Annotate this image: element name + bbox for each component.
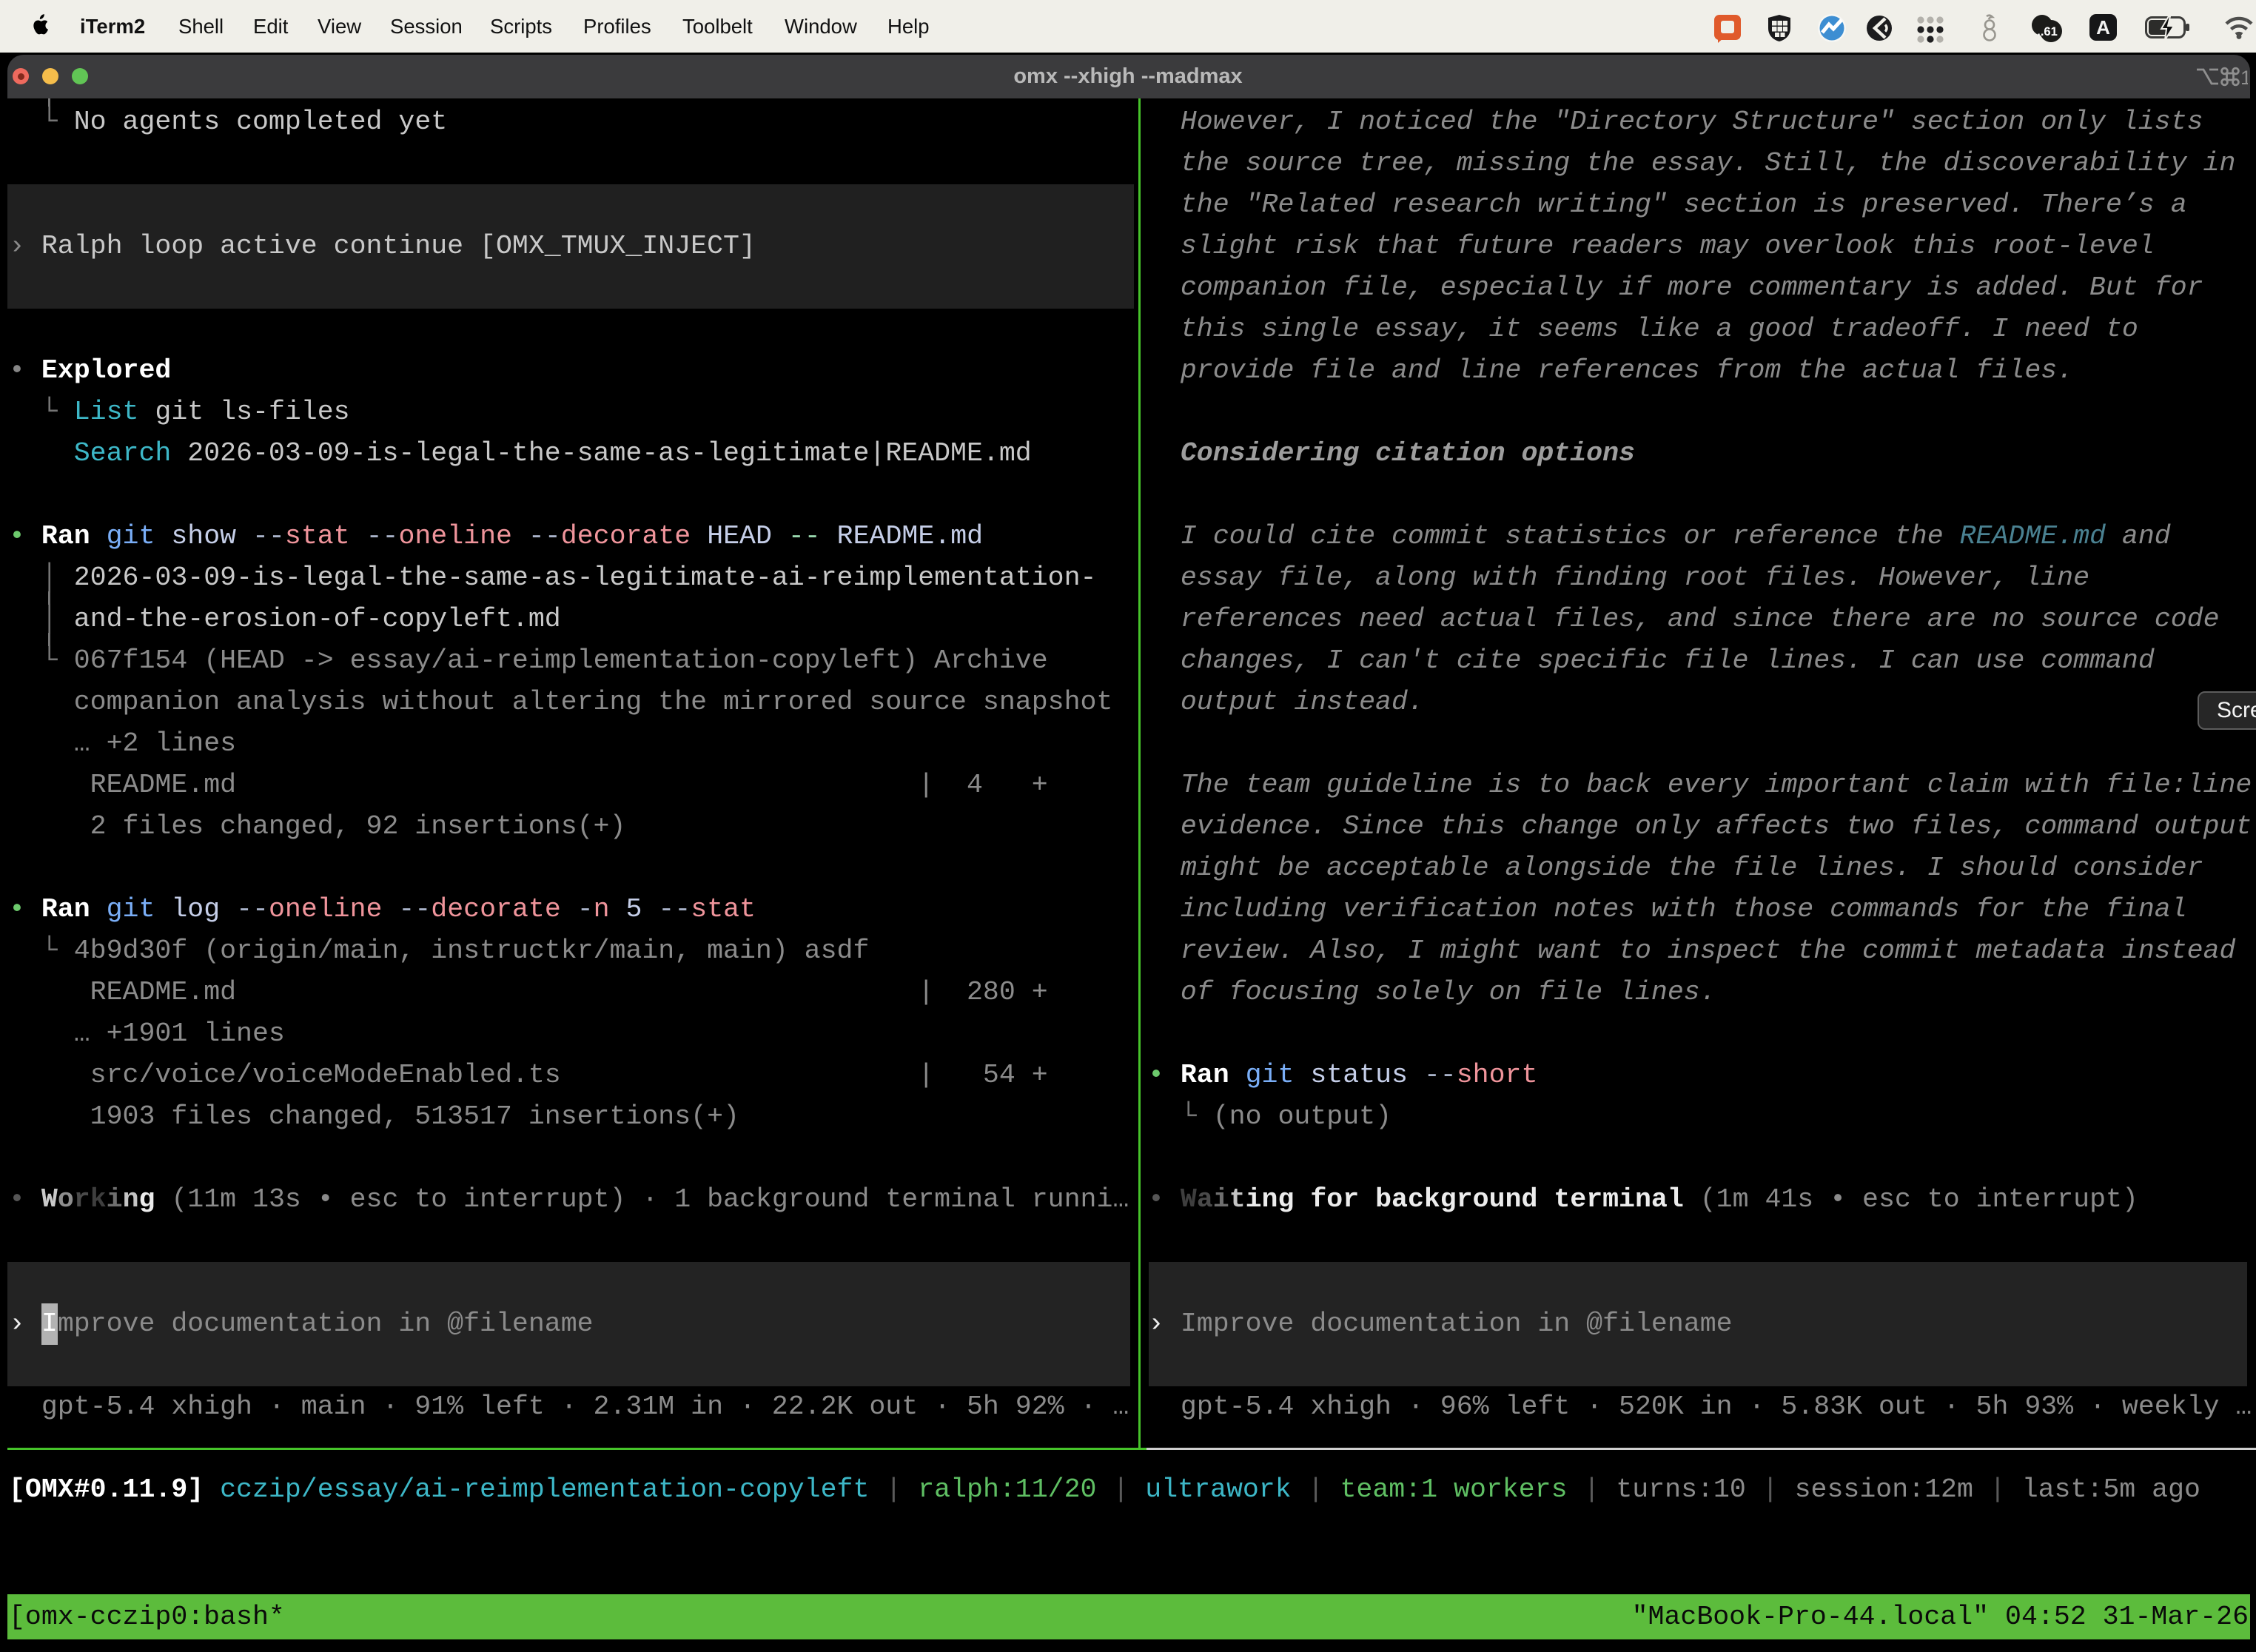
svg-text:A: A xyxy=(2096,16,2110,38)
svg-text:1: 1 xyxy=(2240,67,2248,88)
svg-text:..61: ..61 xyxy=(2037,25,2058,38)
